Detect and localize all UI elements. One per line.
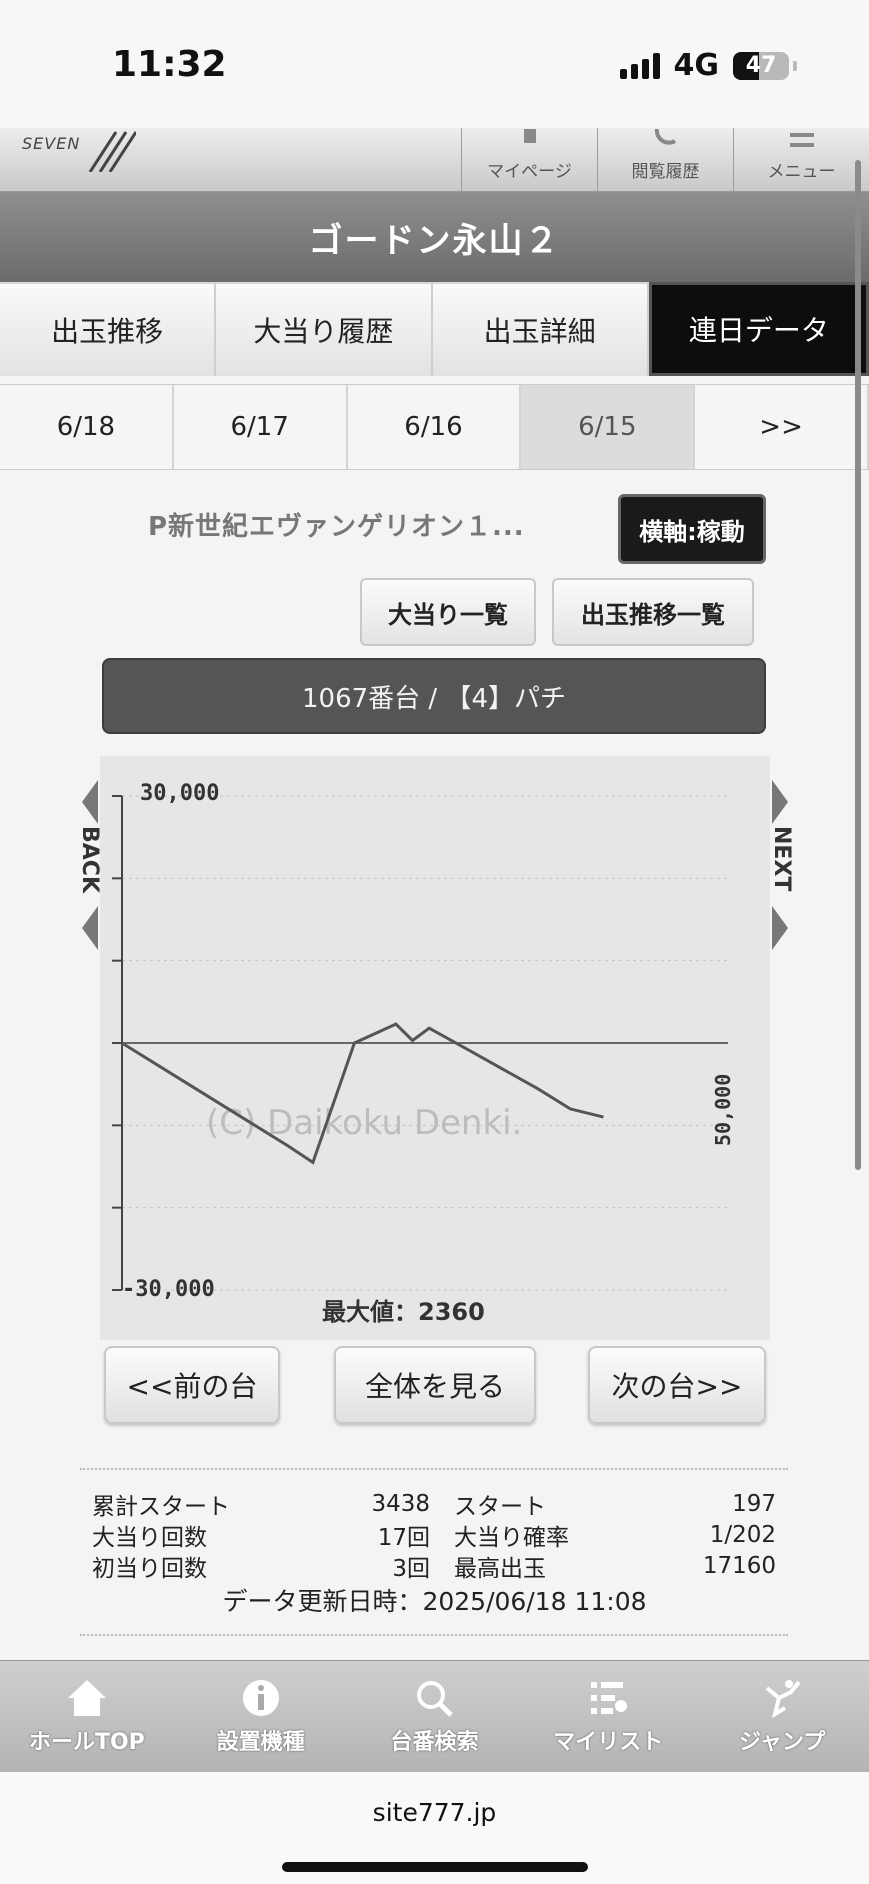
stat-value: 17回 <box>377 1524 430 1551</box>
prev-machine-button[interactable]: <<前の台 <box>104 1346 280 1424</box>
nav-label: 台番検索 <box>390 1729 479 1755</box>
date-tab[interactable]: 6/18 <box>0 385 174 469</box>
jackpot-list-button[interactable]: 大当り一覧 <box>360 578 536 646</box>
tab-daily-data[interactable]: 連日データ <box>648 282 869 376</box>
unit-label: 1067番台 / 【4】パチ <box>102 658 766 734</box>
stat-row: 初当り回数 3回 最高出玉 17160 <box>92 1550 776 1582</box>
date-tab[interactable]: 6/17 <box>173 385 348 469</box>
status-time: 11:32 <box>112 44 227 85</box>
jump-icon <box>765 1679 801 1718</box>
stat-value: 197 <box>732 1490 776 1517</box>
home-indicator[interactable] <box>282 1862 588 1872</box>
tab-payout-trend[interactable]: 出玉推移 <box>0 282 217 376</box>
main-tabs: 出玉推移 大当り履歴 出玉詳細 連日データ <box>0 282 869 376</box>
tab-payout-detail[interactable]: 出玉詳細 <box>432 282 649 376</box>
home-icon <box>67 1679 106 1716</box>
y-tick-bottom: -30,000 <box>122 1277 215 1302</box>
next-label[interactable]: NEXT <box>769 826 794 891</box>
menu-icon <box>789 133 814 147</box>
nav-mylist[interactable]: マイリスト <box>521 1661 695 1772</box>
date-tab-selected[interactable]: 6/15 <box>521 385 696 469</box>
site-logo[interactable]: SEVEN <box>22 134 80 153</box>
bottom-nav: ホールTOP 設置機種 台番検索 マイリスト ジャンプ <box>0 1660 869 1772</box>
nav-label: ジャンプ <box>738 1729 826 1755</box>
menu-label: メニュー <box>767 162 836 182</box>
date-tab[interactable]: 6/16 <box>347 385 522 469</box>
list-icon <box>591 1681 628 1714</box>
hall-title: ゴードン永山２ <box>0 192 869 282</box>
person-icon <box>523 129 536 143</box>
view-all-button[interactable]: 全体を見る <box>334 1346 536 1424</box>
status-indicators: 4G 47 <box>619 48 797 83</box>
mypage-button[interactable]: マイページ <box>461 128 597 192</box>
browser-bar: site777.jp <box>0 1772 869 1884</box>
stat-value: 17160 <box>702 1552 776 1579</box>
stat-value: 3回 <box>392 1555 430 1582</box>
nav-label: 設置機種 <box>216 1729 305 1755</box>
status-bar: 11:32 4G 47 <box>0 0 869 128</box>
max-value-label: 最大値：2360 <box>322 1298 485 1326</box>
machine-name[interactable]: P新世紀エヴァンゲリオン１... <box>148 506 525 543</box>
nav-installed-models[interactable]: 設置機種 <box>174 1661 348 1772</box>
nav-label: ホールTOP <box>28 1729 145 1755</box>
date-next-button[interactable]: >> <box>695 385 869 469</box>
payout-list-button[interactable]: 出玉推移一覧 <box>552 578 754 646</box>
stat-row: 累計スタート 3438 スタート 197 <box>92 1488 776 1520</box>
stat-label: 最高出玉 <box>454 1555 546 1582</box>
history-button[interactable]: 閲覧履歴 <box>597 128 733 192</box>
divider <box>80 1634 788 1636</box>
url-field[interactable]: site777.jp <box>0 1798 869 1827</box>
stat-value: 1/202 <box>709 1521 776 1548</box>
nav-label: マイリスト <box>553 1729 664 1755</box>
nav-hall-top[interactable]: ホールTOP <box>0 1661 174 1772</box>
nav-jump[interactable]: ジャンプ <box>695 1661 869 1772</box>
back-label[interactable]: BACK <box>77 826 102 893</box>
stat-value: 3438 <box>371 1490 430 1517</box>
network-label: 4G <box>673 48 720 83</box>
battery-icon: 47 <box>733 51 789 80</box>
signal-icon <box>619 52 660 79</box>
divider <box>80 1468 788 1470</box>
site-header: SEVEN マイページ 閲覧履歴 メニュー <box>0 128 869 192</box>
info-icon <box>242 1679 279 1716</box>
clock-icon <box>654 129 676 145</box>
history-label: 閲覧履歴 <box>631 162 700 182</box>
stat-row: 大当り回数 17回 大当り確率 1/202 <box>92 1519 776 1551</box>
next-machine-button[interactable]: 次の台>> <box>588 1346 766 1424</box>
axis-toggle-button[interactable]: 横軸:稼動 <box>618 494 766 564</box>
stat-label: 大当り確率 <box>454 1524 569 1551</box>
chart-svg: (C) Daikoku Denki. 30,000 -30,000 50,000… <box>112 781 735 1326</box>
stat-label: スタート <box>454 1493 546 1520</box>
payout-chart: (C) Daikoku Denki. 30,000 -30,000 50,000… <box>100 756 770 1340</box>
battery-level: 47 <box>745 52 777 78</box>
search-icon <box>417 1680 454 1717</box>
scrollbar[interactable] <box>855 160 861 1170</box>
update-time: データ更新日時：2025/06/18 11:08 <box>222 1587 647 1616</box>
battery-tip <box>793 60 797 71</box>
logo-slash-icon <box>88 131 136 172</box>
stats-table: 累計スタート 3438 スタート 197 大当り回数 17回 大当り確率 1/2… <box>92 1488 776 1582</box>
stat-label: 累計スタート <box>92 1493 230 1520</box>
stat-label: 大当り回数 <box>92 1524 207 1551</box>
y-tick-top: 30,000 <box>140 781 219 806</box>
mypage-label: マイページ <box>487 162 572 182</box>
nav-unit-search[interactable]: 台番検索 <box>348 1661 522 1772</box>
x-end-label: 50,000 <box>711 1074 735 1146</box>
menu-button[interactable]: メニュー <box>733 128 869 192</box>
date-tabs: 6/18 6/17 6/16 6/15 >> <box>0 384 869 470</box>
stat-label: 初当り回数 <box>92 1555 207 1582</box>
tab-jackpot-history[interactable]: 大当り履歴 <box>216 282 433 376</box>
